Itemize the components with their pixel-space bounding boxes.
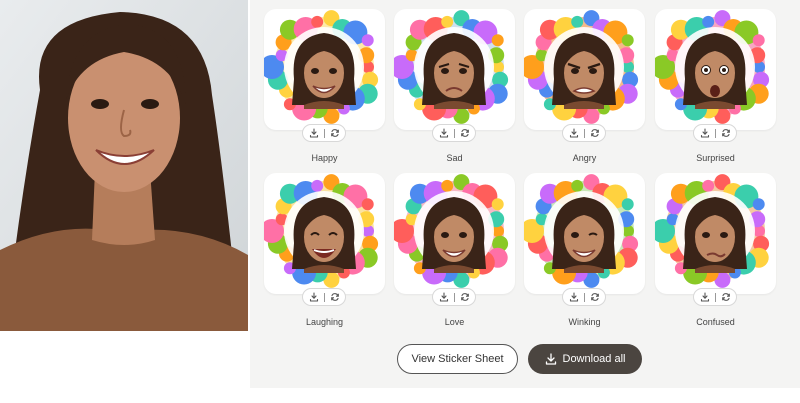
sticker-actions — [302, 124, 346, 142]
refresh-icon — [590, 129, 599, 137]
sticker-label: Sad — [446, 153, 463, 163]
sticker-image — [524, 174, 639, 288]
sticker-card-angry[interactable] — [524, 9, 645, 130]
action-divider — [323, 128, 325, 138]
sticker-label: Surprised — [696, 153, 735, 163]
sticker-image — [655, 10, 770, 124]
action-divider — [453, 128, 455, 138]
action-divider — [453, 292, 455, 302]
sticker-image — [264, 10, 379, 124]
download-sticker-button[interactable] — [306, 289, 322, 305]
sticker-image — [655, 174, 770, 288]
refresh-icon — [590, 293, 599, 301]
regenerate-sticker-button[interactable] — [587, 125, 603, 141]
download-icon — [569, 128, 578, 138]
action-divider — [714, 292, 716, 302]
sticker-actions — [432, 124, 476, 142]
regenerate-sticker-button[interactable] — [457, 125, 473, 141]
download-icon — [700, 292, 709, 302]
sticker-card-happy[interactable] — [264, 9, 385, 130]
download-icon — [439, 292, 448, 302]
download-sticker-button[interactable] — [697, 125, 713, 141]
sticker-label: Confused — [696, 317, 735, 327]
download-sticker-button[interactable] — [566, 125, 582, 141]
sticker-label: Laughing — [305, 317, 344, 327]
sticker-actions — [562, 124, 606, 142]
sticker-image — [394, 174, 509, 288]
download-icon — [439, 128, 448, 138]
refresh-icon — [460, 293, 469, 301]
sticker-card-love[interactable] — [394, 173, 515, 294]
sticker-card-winking[interactable] — [524, 173, 645, 294]
source-photo — [0, 0, 248, 331]
view-sticker-sheet-button[interactable]: View Sticker Sheet — [397, 344, 518, 374]
refresh-icon — [330, 129, 339, 137]
download-icon — [309, 128, 318, 138]
sticker-actions — [693, 124, 737, 142]
sticker-label: Angry — [572, 153, 597, 163]
regenerate-sticker-button[interactable] — [718, 125, 734, 141]
action-divider — [714, 128, 716, 138]
sticker-label: Love — [444, 317, 465, 327]
download-icon — [309, 292, 318, 302]
regenerate-sticker-button[interactable] — [457, 289, 473, 305]
regenerate-sticker-button[interactable] — [327, 125, 343, 141]
download-sticker-button[interactable] — [436, 125, 452, 141]
download-sticker-button[interactable] — [436, 289, 452, 305]
regenerate-sticker-button[interactable] — [327, 289, 343, 305]
refresh-icon — [330, 293, 339, 301]
refresh-icon — [721, 293, 730, 301]
sticker-actions — [562, 288, 606, 306]
sticker-image — [394, 10, 509, 124]
sticker-image — [264, 174, 379, 288]
sticker-card-confused[interactable] — [655, 173, 776, 294]
sticker-card-sad[interactable] — [394, 9, 515, 130]
regenerate-sticker-button[interactable] — [587, 289, 603, 305]
action-divider — [323, 292, 325, 302]
download-all-label: Download all — [562, 353, 626, 365]
download-icon — [700, 128, 709, 138]
refresh-icon — [460, 129, 469, 137]
action-divider — [583, 292, 585, 302]
download-sticker-button[interactable] — [697, 289, 713, 305]
sticker-actions — [302, 288, 346, 306]
sticker-label: Happy — [311, 153, 338, 163]
download-sticker-button[interactable] — [566, 289, 582, 305]
sticker-card-laughing[interactable] — [264, 173, 385, 294]
download-icon — [545, 353, 556, 365]
action-divider — [583, 128, 585, 138]
refresh-icon — [721, 129, 730, 137]
sticker-label: Winking — [568, 317, 601, 327]
portrait-image — [0, 0, 248, 331]
download-all-button[interactable]: Download all — [528, 344, 642, 374]
regenerate-sticker-button[interactable] — [718, 289, 734, 305]
sticker-actions — [432, 288, 476, 306]
sticker-card-surprised[interactable] — [655, 9, 776, 130]
download-sticker-button[interactable] — [306, 125, 322, 141]
sticker-image — [524, 10, 639, 124]
download-icon — [569, 292, 578, 302]
sticker-actions — [693, 288, 737, 306]
